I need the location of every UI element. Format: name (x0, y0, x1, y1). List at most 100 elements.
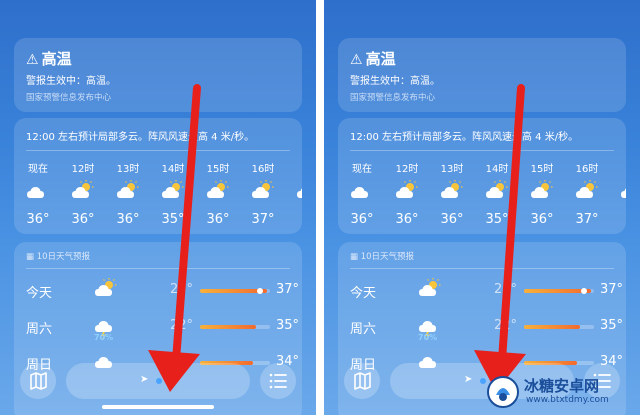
map-button[interactable] (20, 363, 56, 399)
map-icon (354, 372, 371, 390)
sun-cloud-icon (252, 180, 274, 198)
hour-label: 14时 (485, 164, 509, 175)
cloud-icon (27, 187, 44, 198)
hourly-item: 12时 36° (387, 160, 427, 227)
hour-label: 12时 (395, 164, 419, 175)
hourly-item: 16时 37° (243, 160, 283, 227)
hourly-item: 现在 36° (18, 160, 58, 227)
list-icon (269, 373, 287, 389)
hour-temp: 3 (288, 212, 302, 227)
hourly-item: 15时 36° (198, 160, 238, 227)
sun-cloud-icon (162, 180, 184, 198)
sun-cloud-icon (396, 180, 418, 198)
hour-temp: 35° (485, 212, 509, 227)
low-temp: 25° (494, 282, 518, 297)
hourly-item: 16时 37° (567, 160, 607, 227)
daily-header: ▦ 10日天气预报 (350, 252, 415, 262)
daily-row[interactable]: 今天 25° 37° (14, 276, 302, 312)
daily-header: ▦ 10日天气预报 (26, 252, 91, 262)
hour-temp: 36° (440, 212, 464, 227)
alert-text: 警报生效中：高温。 (26, 76, 116, 87)
location-arrow-icon: ➤ (140, 374, 149, 385)
sun-cloud-icon (297, 188, 302, 198)
hourly-forecast-card[interactable]: 12:00 左右预计局部多云。阵风风速最高 4 米/秒。 现在 36° 12时 36°… (14, 118, 302, 234)
daily-row[interactable]: 周六 70% 22° 35° (14, 312, 302, 348)
hour-temp: 37° (575, 212, 599, 227)
temp-range-bar (524, 288, 594, 294)
watermark-name: 冰糖安卓网 (524, 377, 600, 395)
map-button[interactable] (344, 363, 380, 399)
sun-cloud-icon (72, 180, 94, 198)
divider (350, 268, 614, 269)
hour-temp: 36° (116, 212, 140, 227)
hour-label: 14时 (161, 164, 185, 175)
bottom-toolbar: ➤ (0, 353, 316, 415)
page-dot-active (156, 378, 162, 384)
sun-cloud-icon (621, 188, 626, 198)
alert-title: ⚠ 高温 (350, 50, 396, 68)
alert-title: ⚠ 高温 (26, 50, 72, 68)
hourly-item: 13时 36° (108, 160, 148, 227)
alert-source-link[interactable]: 国家预警信息发布中心 (26, 91, 111, 103)
weather-screen-right: ⚠ 高温 警报生效中：高温。 国家预警信息发布中心 12:00 左右预计局部多云。… (324, 0, 640, 415)
hourly-item: 14时 35° (477, 160, 517, 227)
hourly-item: 12时 36° (63, 160, 103, 227)
sun-cloud-icon (419, 278, 441, 296)
low-temp: 22° (170, 318, 194, 333)
alert-source-link[interactable]: 国家预警信息发布中心 (350, 91, 435, 103)
high-temp: 37° (276, 282, 300, 297)
hourly-item: 13时 36° (432, 160, 472, 227)
daily-row[interactable]: 今天 25° 37° (338, 276, 626, 312)
calendar-icon: ▦ (350, 252, 361, 262)
hourly-item: 现在 36° (342, 160, 382, 227)
hourly-forecast-card[interactable]: 12:00 左右预计局部多云。阵风风速最高 4 米/秒。 现在 36° 12时 36°… (338, 118, 626, 234)
hour-label: 16时 (251, 164, 275, 175)
hour-label: 12时 (71, 164, 95, 175)
list-button[interactable] (260, 363, 296, 399)
watermark-url: www.btxtdmy.com (526, 395, 609, 405)
low-temp: 25° (170, 282, 194, 297)
hour-label: 16时 (575, 164, 599, 175)
alert-text: 警报生效中：高温。 (350, 76, 440, 87)
location-arrow-icon: ➤ (464, 374, 473, 385)
hour-temp: 3 (612, 212, 626, 227)
day-label: 周六 (26, 322, 53, 337)
hourly-item: 15时 36° (522, 160, 562, 227)
sun-cloud-icon (576, 180, 598, 198)
current-temp-dot (581, 288, 587, 294)
temp-range-bar (524, 325, 594, 329)
sun-cloud-icon (95, 278, 117, 296)
divider (26, 268, 290, 269)
hour-label: 15时 (206, 164, 230, 175)
hour-temp: 36° (395, 212, 419, 227)
cloud-icon (351, 187, 368, 198)
daily-row[interactable]: 周六 70% 22° 35° (338, 312, 626, 348)
hourly-item: 13 (288, 160, 302, 227)
sun-cloud-icon (117, 180, 139, 198)
divider (350, 150, 614, 151)
watermark-logo: 冰糖安卓网 www.btxtdmy.com (486, 373, 634, 411)
hourly-summary: 12:00 左右预计局部多云。阵风风速最高 4 米/秒。 (26, 132, 255, 143)
warning-triangle-icon: ⚠ (350, 52, 363, 68)
home-indicator[interactable] (102, 405, 214, 409)
hourly-item: 14时 35° (153, 160, 193, 227)
day-label: 周六 (350, 322, 377, 337)
alert-card[interactable]: ⚠ 高温 警报生效中：高温。 国家预警信息发布中心 (338, 38, 626, 112)
high-temp: 37° (600, 282, 624, 297)
current-temp-dot (257, 288, 263, 294)
day-label: 今天 (350, 286, 377, 301)
hourly-item: 13 (612, 160, 626, 227)
location-page-indicator[interactable]: ➤ (66, 363, 250, 399)
divider (26, 150, 290, 151)
hour-label: 现在 (352, 164, 372, 175)
sun-cloud-icon (531, 180, 553, 198)
high-temp: 35° (276, 318, 300, 333)
sun-cloud-icon (486, 180, 508, 198)
temp-range-fill (524, 325, 580, 329)
temp-range-fill (200, 325, 256, 329)
hour-label: 1 (288, 160, 302, 174)
temp-range-bar (200, 288, 270, 294)
hour-temp: 36° (350, 212, 374, 227)
precip-chance: 70% (418, 333, 438, 342)
alert-card[interactable]: ⚠ 高温 警报生效中：高温。 国家预警信息发布中心 (14, 38, 302, 112)
